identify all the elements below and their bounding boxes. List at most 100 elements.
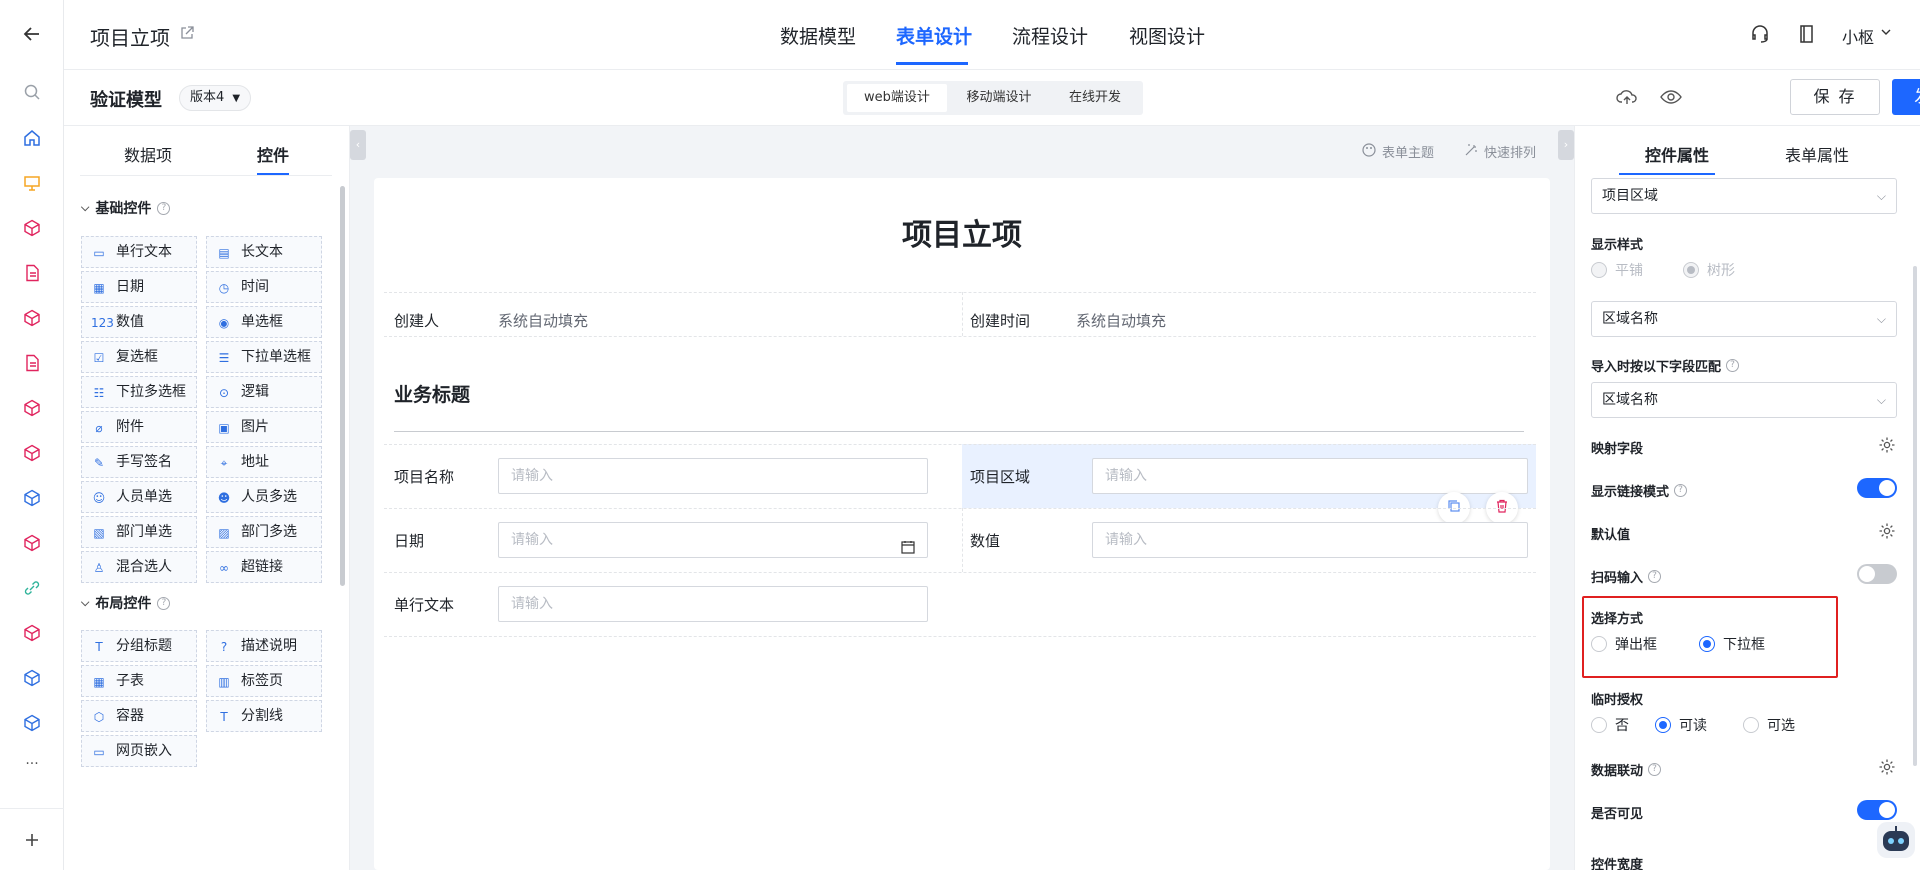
presentation-icon[interactable] bbox=[22, 173, 42, 193]
tab-online-dev[interactable]: 在线开发 bbox=[1051, 84, 1139, 112]
gear-icon[interactable] bbox=[1878, 522, 1896, 540]
group-layout-controls[interactable]: ⌵ 布局控件 ? bbox=[81, 593, 171, 613]
gear-icon[interactable] bbox=[1878, 758, 1896, 776]
project-region-input[interactable]: 请输入 bbox=[1092, 458, 1528, 494]
cube-icon[interactable] bbox=[22, 308, 42, 328]
preview-eye-icon[interactable] bbox=[1660, 88, 1682, 110]
user-name[interactable]: 小枢 bbox=[1842, 24, 1874, 48]
search-icon[interactable] bbox=[22, 82, 42, 102]
group-basic-controls[interactable]: ⌵ 基础控件 ? bbox=[81, 198, 171, 218]
data-source-select[interactable]: 项目区域 ⌵ bbox=[1591, 178, 1897, 214]
control-item[interactable]: ∞ 超链接 bbox=[206, 551, 322, 583]
help-icon[interactable]: ? bbox=[1674, 484, 1688, 497]
cube-icon[interactable] bbox=[22, 668, 42, 688]
calendar-icon[interactable] bbox=[901, 533, 915, 567]
help-icon[interactable]: ? bbox=[1648, 763, 1662, 776]
document-icon[interactable] bbox=[22, 263, 42, 283]
link-mode-toggle[interactable] bbox=[1857, 478, 1897, 498]
cube-icon[interactable] bbox=[22, 218, 42, 238]
control-item[interactable]: ▦ 日期 bbox=[81, 271, 197, 303]
tab-data-model[interactable]: 数据模型 bbox=[780, 22, 856, 49]
home-icon[interactable] bbox=[22, 128, 42, 148]
import-match-select[interactable]: 区域名称 ⌵ bbox=[1591, 382, 1897, 418]
add-icon[interactable] bbox=[22, 830, 42, 850]
tab-web-design[interactable]: web端设计 bbox=[847, 84, 947, 112]
control-item[interactable]: ? 描述说明 bbox=[206, 630, 322, 662]
more-icon[interactable]: ··· bbox=[22, 754, 42, 774]
control-item[interactable]: ▭ 单行文本 bbox=[81, 236, 197, 268]
radio-no[interactable]: 否 bbox=[1591, 715, 1629, 735]
quick-arrange-button[interactable]: 快速排列 bbox=[1464, 142, 1536, 161]
control-item[interactable]: ▤ 长文本 bbox=[206, 236, 322, 268]
form-theme-button[interactable]: 表单主题 bbox=[1362, 142, 1434, 161]
radio-dropdown[interactable]: 下拉框 bbox=[1699, 634, 1765, 654]
control-item[interactable]: ⌀ 附件 bbox=[81, 411, 197, 443]
control-item[interactable]: T 分组标题 bbox=[81, 630, 197, 662]
document-icon[interactable] bbox=[22, 353, 42, 373]
control-item[interactable]: T 分割线 bbox=[206, 700, 322, 732]
cloud-upload-icon[interactable] bbox=[1616, 88, 1638, 110]
radio-tile[interactable]: 平铺 bbox=[1591, 260, 1643, 280]
chevron-down-icon[interactable] bbox=[1880, 26, 1892, 42]
control-item[interactable]: ▭ 网页嵌入 bbox=[81, 735, 197, 767]
control-item[interactable]: ☷ 下拉多选框 bbox=[81, 376, 197, 408]
control-item[interactable]: ▨ 部门多选 bbox=[206, 516, 322, 548]
control-item[interactable]: ▧ 部门单选 bbox=[81, 516, 197, 548]
control-item[interactable]: ☰ 下拉单选框 bbox=[206, 341, 322, 373]
cube-icon[interactable] bbox=[22, 533, 42, 553]
control-item[interactable]: ▦ 子表 bbox=[81, 665, 197, 697]
cube-icon[interactable] bbox=[22, 623, 42, 643]
help-icon[interactable]: ? bbox=[157, 596, 171, 610]
help-icon[interactable]: ? bbox=[157, 201, 171, 215]
collapse-right-panel-button[interactable]: › bbox=[1558, 130, 1574, 160]
control-item[interactable]: ✎ 手写签名 bbox=[81, 446, 197, 478]
project-name-input[interactable]: 请输入 bbox=[498, 458, 928, 494]
scrollbar[interactable] bbox=[340, 186, 345, 586]
control-item[interactable]: ♙ 混合选人 bbox=[81, 551, 197, 583]
link-icon[interactable] bbox=[22, 578, 42, 598]
display-field-select[interactable]: 区域名称 ⌵ bbox=[1591, 301, 1897, 337]
help-icon[interactable]: ? bbox=[1726, 359, 1740, 372]
control-item[interactable]: ◷ 时间 bbox=[206, 271, 322, 303]
book-icon[interactable] bbox=[1798, 24, 1816, 48]
tab-form-design[interactable]: 表单设计 bbox=[896, 22, 972, 49]
publish-button[interactable]: 发 布 bbox=[1892, 79, 1920, 115]
radio-readable[interactable]: 可读 bbox=[1655, 715, 1707, 735]
collapse-left-panel-button[interactable]: ‹ bbox=[350, 130, 366, 160]
radio-selectable[interactable]: 可选 bbox=[1743, 715, 1795, 735]
control-item[interactable]: ▣ 图片 bbox=[206, 411, 322, 443]
control-item[interactable]: ▥ 标签页 bbox=[206, 665, 322, 697]
visible-toggle[interactable] bbox=[1857, 800, 1897, 820]
assistant-robot-icon[interactable] bbox=[1877, 822, 1915, 858]
external-link-icon[interactable] bbox=[180, 26, 194, 44]
tab-form-properties[interactable]: 表单属性 bbox=[1785, 142, 1849, 166]
radio-tree[interactable]: 树形 bbox=[1683, 260, 1735, 280]
scrollbar[interactable] bbox=[1913, 266, 1917, 766]
control-item[interactable]: ☺ 人员单选 bbox=[81, 481, 197, 513]
control-item[interactable]: ⬡ 容器 bbox=[81, 700, 197, 732]
control-item[interactable]: 123 数值 bbox=[81, 306, 197, 338]
version-select[interactable]: 版本4 ▼ bbox=[179, 85, 252, 111]
cube-icon[interactable] bbox=[22, 488, 42, 508]
save-button[interactable]: 保 存 bbox=[1790, 79, 1880, 115]
help-icon[interactable]: ? bbox=[1648, 570, 1662, 583]
cube-icon[interactable] bbox=[22, 713, 42, 733]
tab-controls[interactable]: 控件 bbox=[257, 142, 289, 166]
control-item[interactable]: ☑ 复选框 bbox=[81, 341, 197, 373]
cube-icon[interactable] bbox=[22, 443, 42, 463]
control-item[interactable]: ⊙ 逻辑 bbox=[206, 376, 322, 408]
number-input[interactable]: 请输入 bbox=[1092, 522, 1528, 558]
back-arrow-icon[interactable] bbox=[22, 24, 42, 44]
support-headset-icon[interactable] bbox=[1750, 24, 1770, 48]
control-item[interactable]: ⌖ 地址 bbox=[206, 446, 322, 478]
tab-flow-design[interactable]: 流程设计 bbox=[1012, 22, 1088, 49]
radio-popup[interactable]: 弹出框 bbox=[1591, 634, 1657, 654]
scan-input-toggle[interactable] bbox=[1857, 564, 1897, 584]
gear-icon[interactable] bbox=[1878, 436, 1896, 454]
control-item[interactable]: ◉ 单选框 bbox=[206, 306, 322, 338]
tab-view-design[interactable]: 视图设计 bbox=[1129, 22, 1205, 49]
tab-mobile-design[interactable]: 移动端设计 bbox=[949, 84, 1049, 112]
control-item[interactable]: ☻ 人员多选 bbox=[206, 481, 322, 513]
tab-data-items[interactable]: 数据项 bbox=[124, 142, 172, 166]
date-input[interactable]: 请输入 bbox=[498, 522, 928, 558]
